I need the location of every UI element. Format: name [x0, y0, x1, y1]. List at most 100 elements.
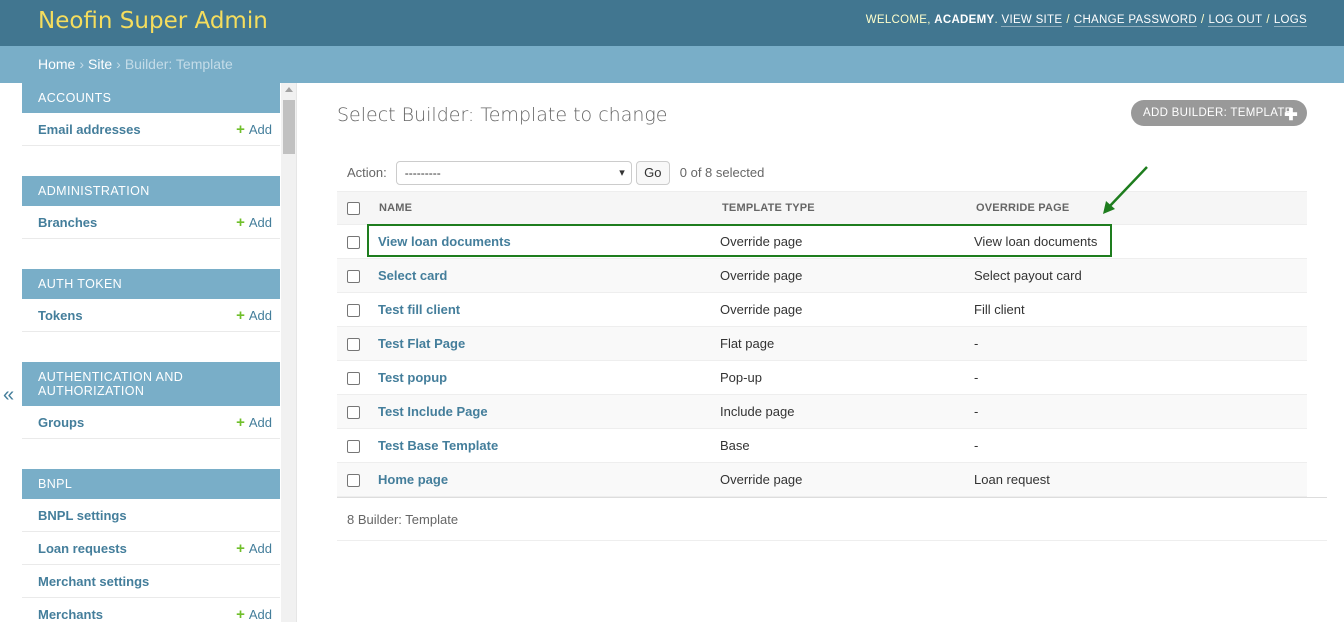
row-checkbox[interactable]	[347, 270, 360, 284]
page-title: Select Builder: Template to change	[337, 104, 668, 126]
module-accounts: Accounts Email addresses + Add	[22, 83, 280, 146]
row-override-page: View loan documents	[966, 224, 1307, 259]
sidebar-link[interactable]: Tokens	[38, 308, 83, 323]
row-checkbox[interactable]	[347, 372, 360, 386]
collapse-sidebar-icon[interactable]: «	[3, 384, 14, 407]
row-checkbox[interactable]	[347, 440, 360, 454]
module-bnpl: BNPL BNPL settings Loan requests + Add Me…	[22, 469, 280, 622]
table-row: Test Base Template Base -	[337, 428, 1307, 463]
module-caption[interactable]: Auth Token	[22, 269, 280, 299]
module-caption[interactable]: Administration	[22, 176, 280, 206]
row-name-link[interactable]: Home page	[378, 472, 448, 487]
sidebar-link[interactable]: Branches	[38, 215, 97, 230]
row-template-type: Override page	[712, 292, 966, 327]
module-authentication: Authentication and Authorization Groups …	[22, 362, 280, 439]
table-header: Name Template type Override page	[337, 191, 1307, 225]
row-name-link[interactable]: Test Include Page	[378, 404, 488, 419]
module-administration: Administration Branches + Add	[22, 176, 280, 239]
row-name-link[interactable]: Test Flat Page	[378, 336, 465, 351]
module-caption[interactable]: Accounts	[22, 83, 280, 113]
plus-icon: +	[236, 605, 245, 622]
action-select[interactable]: --------- ▾	[395, 160, 632, 185]
plus-icon: +	[236, 306, 245, 324]
row-checkbox[interactable]	[347, 406, 360, 420]
row-template-type: Include page	[712, 394, 966, 429]
table-row: Test Include Page Include page -	[337, 394, 1307, 429]
column-header-template-type[interactable]: Template type	[712, 191, 966, 225]
row-override-page: Loan request	[966, 462, 1307, 497]
table-row: Test Flat Page Flat page -	[337, 326, 1307, 361]
user-tools: Welcome, ACADEMY. View site / Change passw…	[865, 14, 1307, 27]
row-template-type: Base	[712, 428, 966, 463]
sidebar-item-groups: Groups + Add	[22, 406, 280, 439]
sidebar-link[interactable]: BNPL settings	[38, 508, 127, 523]
sidebar-item-loan-requests: Loan requests + Add	[22, 532, 280, 565]
plus-icon: +	[236, 539, 245, 557]
results-table: Name Template type Override page View lo…	[337, 191, 1307, 497]
row-override-page: -	[966, 428, 1307, 463]
sidebar-item-email-addresses: Email addresses + Add	[22, 113, 280, 146]
paginator: 8 Builder: Template	[337, 497, 1327, 541]
add-link[interactable]: + Add	[236, 122, 272, 137]
column-header-name[interactable]: Name	[369, 191, 712, 225]
selection-counter: 0 of 8 selected	[679, 165, 765, 180]
sidebar-link[interactable]: Merchant settings	[38, 574, 149, 589]
add-template-button[interactable]: Add Builder: Template ✚	[1131, 100, 1307, 126]
row-override-page: -	[966, 360, 1307, 395]
row-name-link[interactable]: View loan documents	[378, 234, 511, 249]
username: ACADEMY	[934, 14, 995, 26]
table-row: Test fill client Override page Fill clie…	[337, 292, 1307, 327]
sidebar-link[interactable]: Loan requests	[38, 541, 127, 556]
add-link[interactable]: + Add	[236, 607, 272, 622]
log-out-link[interactable]: Log out	[1208, 14, 1263, 27]
breadcrumb-current: Builder: Template	[124, 56, 233, 72]
row-override-page: Fill client	[966, 292, 1307, 327]
welcome-text: Welcome,	[865, 14, 931, 26]
row-template-type: Override page	[712, 462, 966, 497]
sidebar-link[interactable]: Groups	[38, 415, 84, 430]
row-checkbox[interactable]	[347, 304, 360, 318]
sidebar-link[interactable]: Email addresses	[38, 122, 141, 137]
table-row: Home page Override page Loan request	[337, 462, 1307, 497]
logs-link[interactable]: Logs	[1273, 14, 1307, 27]
plus-icon: +	[236, 120, 245, 138]
plus-icon: +	[236, 213, 245, 231]
site-brand[interactable]: Neofin Super Admin	[38, 8, 268, 34]
header-bar: Neofin Super Admin Welcome, ACADEMY. Vie…	[0, 0, 1344, 46]
table-row: Select card Override page Select payout …	[337, 258, 1307, 293]
sidebar-scrollbar[interactable]	[281, 83, 297, 622]
view-site-link[interactable]: View site	[1001, 14, 1063, 27]
row-name-link[interactable]: Test fill client	[378, 302, 460, 317]
sidebar-link[interactable]: Merchants	[38, 607, 103, 622]
scrollbar-thumb[interactable]	[283, 100, 295, 154]
breadcrumb-site[interactable]: Site	[88, 56, 112, 72]
row-checkbox[interactable]	[347, 338, 360, 352]
select-all-checkbox[interactable]	[347, 201, 360, 215]
add-link[interactable]: + Add	[236, 541, 272, 556]
go-button[interactable]: Go	[635, 160, 670, 185]
plus-icon: +	[236, 413, 245, 431]
sidebar-item-branches: Branches + Add	[22, 206, 280, 239]
annotation-arrow-icon	[1103, 166, 1148, 214]
row-override-page: -	[966, 326, 1307, 361]
add-link[interactable]: + Add	[236, 215, 272, 230]
row-checkbox[interactable]	[347, 474, 360, 488]
row-checkbox[interactable]	[347, 236, 360, 250]
row-name-link[interactable]: Test popup	[378, 370, 447, 385]
add-link[interactable]: + Add	[236, 415, 272, 430]
scroll-up-arrow-icon[interactable]	[285, 87, 293, 92]
row-template-type: Override page	[712, 224, 966, 259]
sidebar-nav: Accounts Email addresses + Add Administra…	[22, 83, 280, 622]
chevron-down-icon: ▾	[619, 166, 625, 179]
row-name-link[interactable]: Test Base Template	[378, 438, 498, 453]
action-label: Action:	[347, 165, 387, 180]
change-password-link[interactable]: Change password	[1073, 14, 1197, 27]
sidebar-item-tokens: Tokens + Add	[22, 299, 280, 332]
module-caption[interactable]: Authentication and Authorization	[22, 362, 280, 406]
row-template-type: Flat page	[712, 326, 966, 361]
add-link[interactable]: + Add	[236, 308, 272, 323]
row-name-link[interactable]: Select card	[378, 268, 447, 283]
module-caption[interactable]: BNPL	[22, 469, 280, 499]
sidebar-item-merchants: Merchants + Add	[22, 598, 280, 622]
breadcrumb-home[interactable]: Home	[38, 56, 75, 72]
